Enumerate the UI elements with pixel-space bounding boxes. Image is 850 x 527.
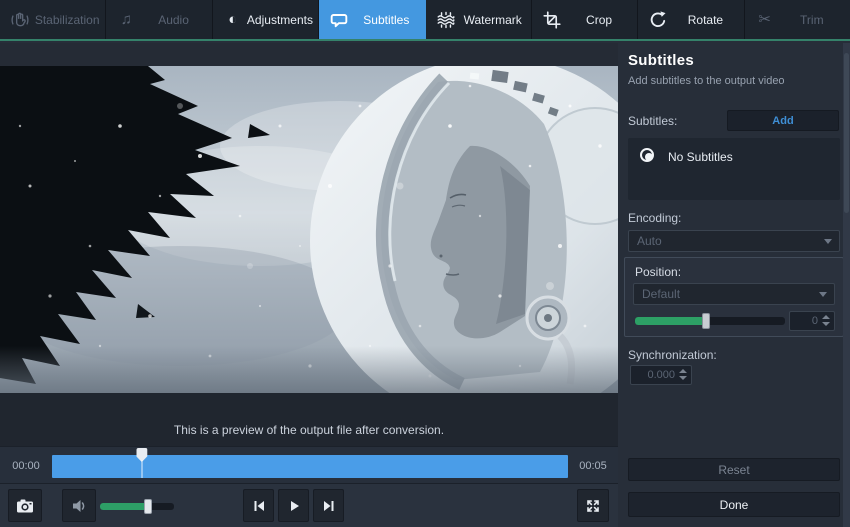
skip-forward-button[interactable]: [313, 489, 344, 522]
timeline-row: 00:00 00:05: [0, 446, 618, 483]
add-subtitles-button[interactable]: Add: [727, 110, 839, 131]
spinner-arrows[interactable]: [822, 315, 830, 326]
hand-stabilization-icon: [9, 9, 31, 31]
current-time-label: 00:00: [0, 455, 52, 483]
tab-stabilization[interactable]: Stabilization: [0, 0, 106, 39]
panel-scrollbar[interactable]: [843, 43, 850, 527]
spin-up-icon[interactable]: [822, 315, 830, 319]
tab-label: Stabilization: [33, 13, 101, 27]
spin-down-icon[interactable]: [822, 322, 830, 326]
spin-down-icon[interactable]: [679, 376, 687, 380]
fullscreen-button[interactable]: [577, 489, 609, 522]
tab-audio[interactable]: ♫ Audio: [106, 0, 212, 39]
camera-icon: [15, 497, 35, 515]
astronaut-snow-scene: [0, 66, 618, 393]
play-button[interactable]: [278, 489, 309, 522]
encoding-value: Auto: [637, 234, 662, 248]
scrollbar-thumb[interactable]: [844, 53, 849, 213]
position-dropdown[interactable]: Default: [633, 283, 835, 305]
position-slider-handle[interactable]: [702, 313, 710, 329]
synchronization-spinner[interactable]: 0.000: [630, 365, 692, 385]
watermark-icon: [435, 9, 457, 31]
scissors-icon: ✂: [754, 9, 776, 31]
volume-handle[interactable]: [144, 499, 152, 514]
subtitles-panel: Subtitles Add subtitles to the output vi…: [618, 43, 850, 527]
skip-forward-icon: [320, 497, 338, 515]
tab-label: Subtitles: [352, 13, 420, 27]
chevron-down-icon: [824, 239, 832, 244]
skip-back-button[interactable]: [243, 489, 274, 522]
volume-fill: [100, 503, 148, 510]
rotate-icon: [647, 9, 669, 31]
music-note-icon: ♫: [115, 9, 137, 31]
seek-progress: [52, 455, 568, 478]
tab-label: Watermark: [459, 13, 527, 27]
snapshot-button[interactable]: [8, 489, 42, 522]
seek-bar[interactable]: [52, 455, 568, 478]
playhead-handle[interactable]: [136, 448, 147, 478]
speaker-icon: [70, 497, 88, 515]
encoding-dropdown[interactable]: Auto: [628, 230, 840, 252]
subtitle-list: No Subtitles: [628, 138, 840, 200]
position-value: Default: [642, 287, 680, 301]
volume-slider[interactable]: [100, 503, 174, 510]
tab-subtitles[interactable]: Subtitles: [319, 0, 425, 39]
panel-title: Subtitles: [628, 52, 694, 69]
position-slider[interactable]: [635, 317, 785, 325]
subtitles-label: Subtitles:: [628, 114, 677, 128]
mute-button[interactable]: [62, 489, 96, 522]
tab-rotate[interactable]: Rotate: [638, 0, 744, 39]
transport-bar: [0, 483, 618, 527]
position-offset-value: 0: [812, 315, 818, 327]
spinner-arrows[interactable]: [679, 369, 687, 380]
video-converter-window: Stabilization ♫ Audio ◐ Adjustments Subt…: [0, 0, 850, 527]
total-time-label: 00:05: [568, 455, 618, 483]
tab-label: Adjustments: [246, 13, 314, 27]
tab-adjustments[interactable]: ◐ Adjustments: [213, 0, 319, 39]
tab-watermark[interactable]: Watermark: [426, 0, 532, 39]
done-button[interactable]: Done: [628, 492, 840, 517]
playhead-line: [141, 460, 142, 478]
spin-up-icon[interactable]: [679, 369, 687, 373]
letterbox-top: [0, 43, 618, 66]
synchronization-label: Synchronization:: [628, 348, 717, 362]
no-subtitles-radio[interactable]: [640, 148, 654, 162]
reset-button[interactable]: Reset: [628, 458, 840, 481]
encoding-label: Encoding:: [628, 211, 681, 225]
position-offset-spinner[interactable]: 0: [789, 311, 835, 331]
panel-description: Add subtitles to the output video: [628, 75, 785, 87]
tab-label: Crop: [565, 13, 633, 27]
crop-icon: [541, 9, 563, 31]
skip-back-icon: [250, 497, 268, 515]
speech-bubble-icon: [328, 9, 350, 31]
contrast-icon: ◐: [222, 9, 244, 31]
position-slider-fill: [635, 317, 706, 325]
play-icon: [285, 497, 303, 515]
fullscreen-icon: [584, 497, 602, 515]
preview-caption: This is a preview of the output file aft…: [0, 423, 618, 437]
position-group: Position: Default 0: [624, 257, 844, 337]
tab-label: Audio: [139, 13, 207, 27]
tab-crop[interactable]: Crop: [532, 0, 638, 39]
chevron-down-icon: [819, 292, 827, 297]
video-preview-area: This is a preview of the output file aft…: [0, 43, 618, 446]
tab-label: Trim: [778, 13, 846, 27]
toolbar: Stabilization ♫ Audio ◐ Adjustments Subt…: [0, 0, 850, 41]
tab-trim[interactable]: ✂ Trim: [745, 0, 850, 39]
no-subtitles-label: No Subtitles: [668, 150, 733, 164]
position-label: Position:: [635, 265, 681, 279]
synchronization-value: 0.000: [647, 369, 675, 381]
video-frame: [0, 66, 618, 393]
tab-label: Rotate: [671, 13, 739, 27]
